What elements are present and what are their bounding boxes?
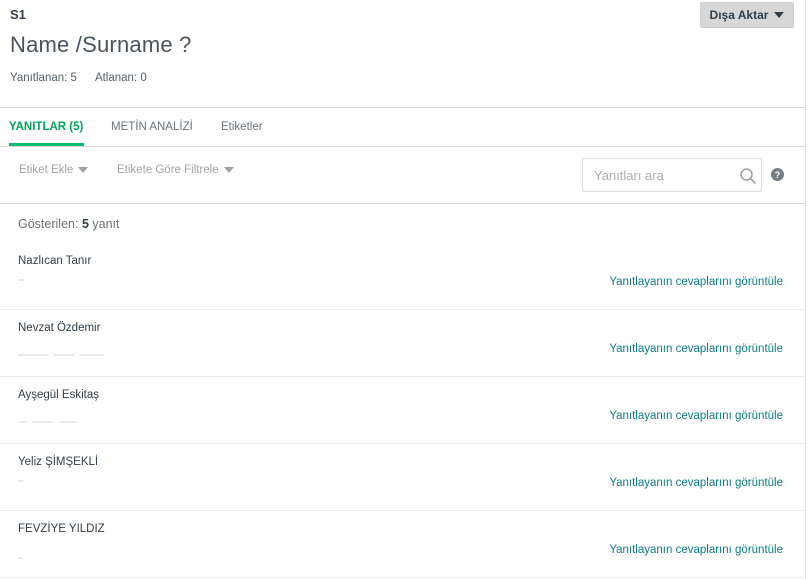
tab-label: Etiketler	[221, 121, 263, 133]
view-respondent-link[interactable]: Yanıtlayanın cevaplarını görüntüle	[609, 276, 783, 288]
responses-page: S1 Dışa Aktar Name /Surname ? Yanıtlanan…	[0, 0, 808, 579]
list-item: FEVZİYE YILDIZ Yanıtlayanın cevaplarını …	[0, 511, 805, 578]
redacted-answer	[18, 557, 23, 563]
tab-label: METİN ANALİZİ	[111, 121, 193, 133]
panel-edge	[805, 0, 806, 579]
list-item: Nazlıcan Tanır Yanıtlayanın cevaplarını …	[0, 243, 805, 310]
tab-text-analysis[interactable]: METİN ANALİZİ	[111, 108, 193, 146]
redacted-answer	[18, 421, 78, 427]
tab-label: YANITLAR (5)	[9, 121, 84, 133]
showing-suffix: yanıt	[92, 217, 120, 231]
export-button[interactable]: Dışa Aktar	[700, 2, 794, 28]
question-title: Name /Surname ?	[10, 32, 192, 57]
export-button-label: Dışa Aktar	[709, 8, 769, 22]
view-respondent-link[interactable]: Yanıtlayanın cevaplarını görüntüle	[609, 410, 783, 422]
showing-prefix: Gösterilen:	[18, 217, 79, 231]
list-item: Nevzat Özdemir Yanıtlayanın cevaplarını …	[0, 310, 805, 377]
search-box	[582, 158, 762, 192]
redacted-answer	[18, 279, 24, 285]
add-tag-label: Etiket Ekle	[19, 164, 74, 176]
answered-count: Yanıtlanan: 5	[10, 72, 77, 84]
respondent-name: Yeliz ŞİMŞEKLİ	[18, 456, 99, 468]
respondent-name: FEVZİYE YILDIZ	[18, 523, 105, 535]
showing-count: Gösterilen: 5 yanıt	[18, 217, 119, 231]
redacted-answer	[18, 354, 104, 360]
tab-tags[interactable]: Etiketler	[221, 108, 263, 146]
caret-down-icon	[78, 167, 89, 173]
respondent-name: Nazlıcan Tanır	[18, 255, 92, 267]
add-tag-dropdown[interactable]: Etiket Ekle	[19, 164, 89, 176]
view-respondent-link[interactable]: Yanıtlayanın cevaplarını görüntüle	[609, 544, 783, 556]
divider	[0, 146, 805, 147]
divider	[0, 203, 805, 204]
list-item: Ayşegül Eskitaş Yanıtlayanın cevaplarını…	[0, 377, 805, 444]
help-icon[interactable]: ?	[771, 168, 784, 181]
skipped-count: Atlanan: 0	[94, 72, 147, 84]
respondent-name: Ayşegül Eskitaş	[18, 389, 99, 401]
row-divider	[0, 577, 805, 578]
caret-down-icon	[223, 167, 234, 173]
respondent-name: Nevzat Özdemir	[18, 322, 101, 334]
search-icon[interactable]	[739, 167, 757, 185]
view-respondent-link[interactable]: Yanıtlayanın cevaplarını görüntüle	[609, 343, 783, 355]
redacted-answer	[18, 480, 23, 486]
question-number: S1	[10, 7, 26, 22]
view-respondent-link[interactable]: Yanıtlayanın cevaplarını görüntüle	[609, 477, 783, 489]
list-item: Yeliz ŞİMŞEKLİ Yanıtlayanın cevaplarını …	[0, 444, 805, 511]
filter-by-tag-dropdown[interactable]: Etikete Göre Filtrele	[117, 164, 234, 176]
response-stats: Yanıtlanan: 5 Atlanan: 0	[10, 72, 147, 84]
caret-down-icon	[774, 12, 785, 18]
showing-number: 5	[81, 217, 89, 231]
tab-responses[interactable]: YANITLAR (5)	[9, 108, 84, 146]
filter-by-tag-label: Etikete Göre Filtrele	[117, 164, 219, 176]
help-glyph: ?	[774, 169, 781, 180]
tab-bar: YANITLAR (5) METİN ANALİZİ Etiketler	[0, 108, 805, 146]
search-input[interactable]	[583, 159, 733, 191]
